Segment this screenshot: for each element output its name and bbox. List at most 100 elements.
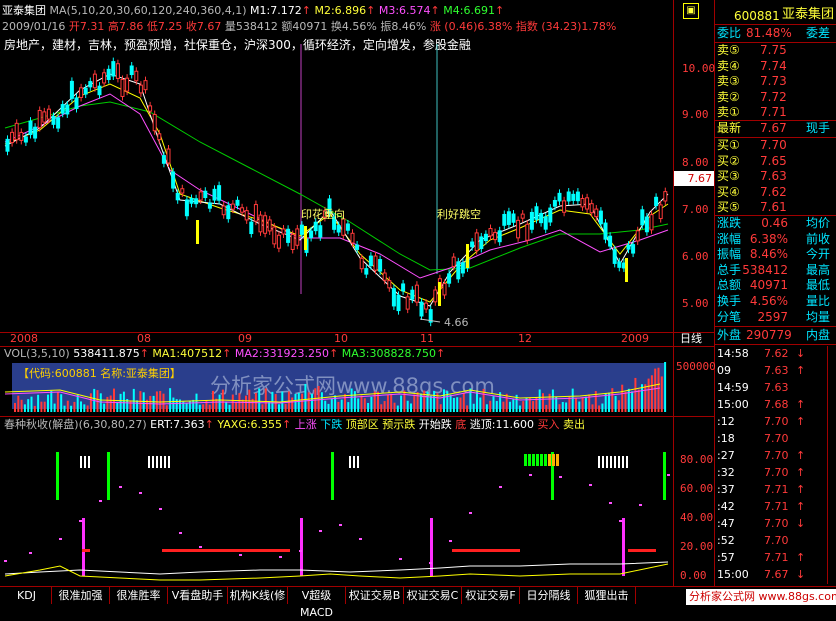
tick-row: 14:59 7.63	[717, 381, 789, 394]
indicator-tab[interactable]: KDJ	[2, 587, 52, 604]
indicator-curve-dot	[667, 474, 670, 476]
candle-body	[571, 193, 576, 201]
buy-order-row: 买③ 7.63	[717, 169, 787, 183]
candle-body	[580, 197, 585, 208]
volume-bar	[70, 405, 73, 412]
zone-signal-tick	[552, 454, 555, 466]
tick-row: 14:58 7.62 ↓	[717, 347, 806, 360]
volume-bar	[476, 391, 478, 412]
volume-bar	[578, 401, 581, 412]
indicator-chart	[4, 452, 670, 581]
indicator-tab[interactable]: 很准胜率	[110, 587, 168, 604]
volume-bar	[416, 392, 419, 412]
indicator-curve-dot	[529, 474, 532, 476]
candle-body	[267, 219, 272, 232]
indicator-curve-dot	[239, 554, 242, 556]
white-signal-tick	[614, 456, 616, 468]
indicator-tab[interactable]: 日分隔线	[520, 587, 578, 604]
volume-chart	[4, 362, 667, 412]
indicator-curve-dot	[139, 492, 142, 494]
settings-icon[interactable]: ▣	[683, 3, 699, 19]
candle-body	[539, 212, 544, 224]
volume-bar	[386, 394, 389, 412]
candle-body	[548, 207, 553, 223]
candle-body	[102, 72, 107, 84]
volume-bar	[245, 395, 247, 412]
candle-body	[410, 289, 415, 300]
candle-body	[65, 104, 70, 115]
candle-body	[14, 122, 19, 141]
candle-body	[10, 131, 15, 144]
candle-body	[557, 192, 562, 202]
candle-body	[433, 289, 438, 303]
sell-order-row: 卖② 7.72	[717, 89, 787, 104]
indicator-curve-dot	[299, 550, 302, 552]
indicator-curve-dot	[319, 530, 322, 532]
buy-order-row: 买① 7.70	[717, 138, 787, 152]
volume-bar	[162, 393, 165, 412]
volume-bar	[641, 384, 643, 412]
candle-body	[56, 117, 61, 129]
volume-bar	[83, 404, 86, 412]
ma3-value: M3:6.574	[378, 4, 431, 17]
volume-bar	[462, 392, 465, 412]
buy-order-row: 买② 7.65	[717, 153, 787, 168]
candle-body	[525, 223, 530, 241]
candle-body	[534, 206, 539, 220]
candle-body	[217, 185, 222, 201]
candle-body	[42, 111, 47, 123]
indicator-curve-dot	[199, 546, 202, 548]
volume-bar	[56, 392, 59, 412]
candle-body	[635, 230, 640, 242]
indicator-curve-dot	[99, 500, 102, 502]
volume-bar	[429, 395, 432, 412]
price-tick: 10.00	[682, 62, 716, 75]
volume-bar	[637, 389, 640, 412]
volume-bar	[73, 401, 76, 412]
tick-row: :27 7.70 ↑	[717, 449, 806, 462]
candle-body	[120, 78, 125, 97]
volume-bars	[14, 362, 667, 412]
candle-body	[198, 191, 203, 201]
candle-body	[631, 244, 636, 254]
indicator-tab[interactable]: 权证交易C	[404, 587, 462, 604]
candle-body	[28, 120, 33, 136]
quote-stat-row: 总额 40971 最低	[717, 278, 830, 293]
candle-body	[658, 204, 663, 220]
ma2-value: M2:6.896	[314, 4, 367, 17]
volume-bar	[360, 395, 363, 412]
candle-body	[203, 190, 208, 199]
zone-signal-tick	[532, 454, 535, 466]
tick-scrollbar[interactable]	[827, 346, 836, 584]
quote-stat-row: 换手 4.56% 量比	[717, 294, 830, 308]
volume-bar	[512, 399, 515, 412]
volume-bar	[185, 403, 188, 412]
indicator-tab[interactable]: 权证交易F	[462, 587, 520, 604]
indicator-curve-dot	[79, 520, 82, 522]
white-signal-tick	[148, 456, 150, 468]
candle-body	[33, 126, 38, 139]
volume-bar	[631, 391, 634, 412]
volume-bar	[53, 403, 56, 412]
indicator-tab[interactable]: V超级MACD	[288, 587, 346, 619]
indicator-curve-dot	[399, 558, 402, 560]
tick-row: 09 7.63 ↑	[717, 364, 806, 377]
indicator-tab[interactable]: 很准加强	[52, 587, 110, 604]
indicator-tab[interactable]: V看盘助手	[168, 587, 228, 604]
indicator-tab[interactable]: 权证交易B	[346, 587, 404, 604]
volume-bar	[284, 403, 287, 412]
volume-bar	[495, 400, 498, 412]
candle-body	[37, 109, 42, 129]
volume-bar	[89, 393, 92, 412]
indicator-tab[interactable]: 狐狸出击	[578, 587, 636, 604]
volume-bar	[165, 405, 168, 412]
volume-bar	[611, 388, 614, 412]
main-header: 亚泰集团 MA(5,10,20,30,60,120,240,360,4,1) M…	[2, 4, 505, 17]
green-signal-bar	[107, 452, 110, 500]
candle-body	[166, 148, 171, 164]
indicator-tab[interactable]: 机构K线(修	[228, 587, 288, 604]
indicator-curve-dot	[339, 524, 342, 526]
volume-bar	[350, 388, 353, 412]
tick-row: 15:00 7.67 ↓	[717, 568, 806, 581]
period-label[interactable]: 日线	[680, 332, 702, 346]
